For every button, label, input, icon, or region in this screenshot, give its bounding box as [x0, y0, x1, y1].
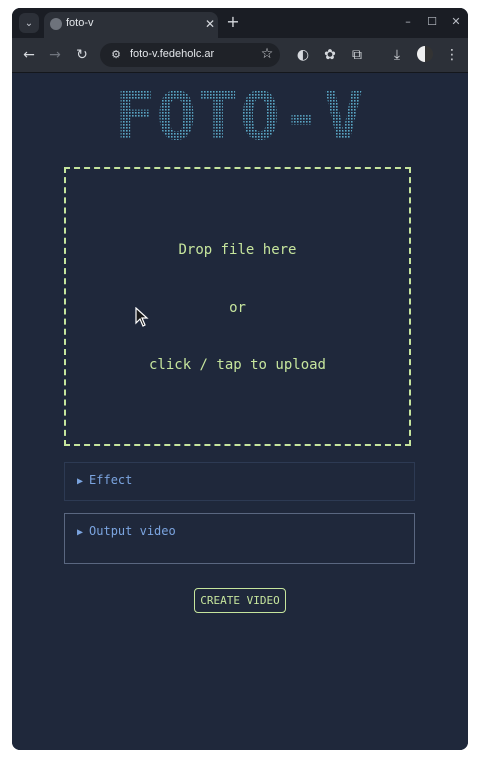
tab-close-icon[interactable]: ✕ — [202, 16, 218, 32]
address-bar[interactable]: ⚙ foto-v.fedeholc.ar ☆ — [100, 43, 280, 67]
browser-window: ⌄ foto-v ✕ + – ☐ ✕ ← → ↻ ⚙ foto-v.fedeho… — [12, 8, 468, 750]
logo: FOTO-V — [115, 85, 365, 145]
globe-icon — [50, 18, 62, 30]
back-arrow-icon[interactable]: ← — [19, 45, 39, 65]
avatar[interactable] — [417, 46, 433, 62]
reload-icon[interactable]: ↻ — [72, 45, 92, 65]
output-video-panel[interactable]: ▶ Output video — [64, 513, 415, 564]
browser-toolbar: ← → ↻ ⚙ foto-v.fedeholc.ar ☆ ◐ ✿ ⧉ ⤓ ⋮ — [12, 38, 468, 73]
close-window-button[interactable]: ✕ — [448, 14, 464, 30]
tab-title: foto-v — [66, 17, 94, 29]
url-text: foto-v.fedeholc.ar — [130, 48, 215, 60]
tab-foto-v[interactable]: foto-v ✕ — [44, 12, 218, 38]
dropzone-line-drop: Drop file here — [178, 242, 297, 258]
dropzone-line-click: click / tap to upload — [148, 357, 326, 373]
site-info-icon[interactable]: ⚙ — [108, 47, 124, 63]
new-tab-button[interactable]: + — [224, 13, 242, 31]
output-video-summary[interactable]: ▶ Output video — [77, 524, 176, 538]
cursor-icon — [135, 307, 149, 327]
disclosure-triangle-icon: ▶ — [77, 476, 84, 487]
effect-label: Effect — [89, 473, 133, 487]
effect-summary[interactable]: ▶ Effect — [77, 473, 132, 487]
menu-icon[interactable]: ⋮ — [442, 45, 462, 65]
minimize-button[interactable]: – — [400, 14, 416, 30]
download-icon[interactable]: ⤓ — [387, 45, 407, 65]
reading-mode-icon[interactable]: ◐ — [293, 45, 313, 65]
maximize-button[interactable]: ☐ — [424, 14, 440, 30]
tab-search-icon[interactable]: ⌄ — [19, 13, 39, 33]
logo-text: FOTO-V — [115, 85, 365, 145]
effect-panel[interactable]: ▶ Effect — [64, 462, 415, 501]
create-video-button[interactable]: CREATE VIDEO — [194, 588, 286, 613]
page-content: FOTO-V Drop file here or click / tap to … — [12, 73, 468, 750]
file-dropzone[interactable]: Drop file here or click / tap to upload — [64, 167, 411, 446]
extension-puzzle-icon[interactable]: ✿ — [320, 45, 340, 65]
star-icon[interactable]: ☆ — [258, 46, 276, 62]
dropzone-line-or: or — [229, 300, 246, 316]
extension-icon[interactable]: ⧉ — [347, 45, 367, 65]
output-video-label: Output video — [89, 524, 176, 538]
disclosure-triangle-icon: ▶ — [77, 527, 84, 538]
forward-arrow-icon[interactable]: → — [45, 45, 65, 65]
tab-strip: ⌄ foto-v ✕ + – ☐ ✕ — [12, 8, 468, 38]
